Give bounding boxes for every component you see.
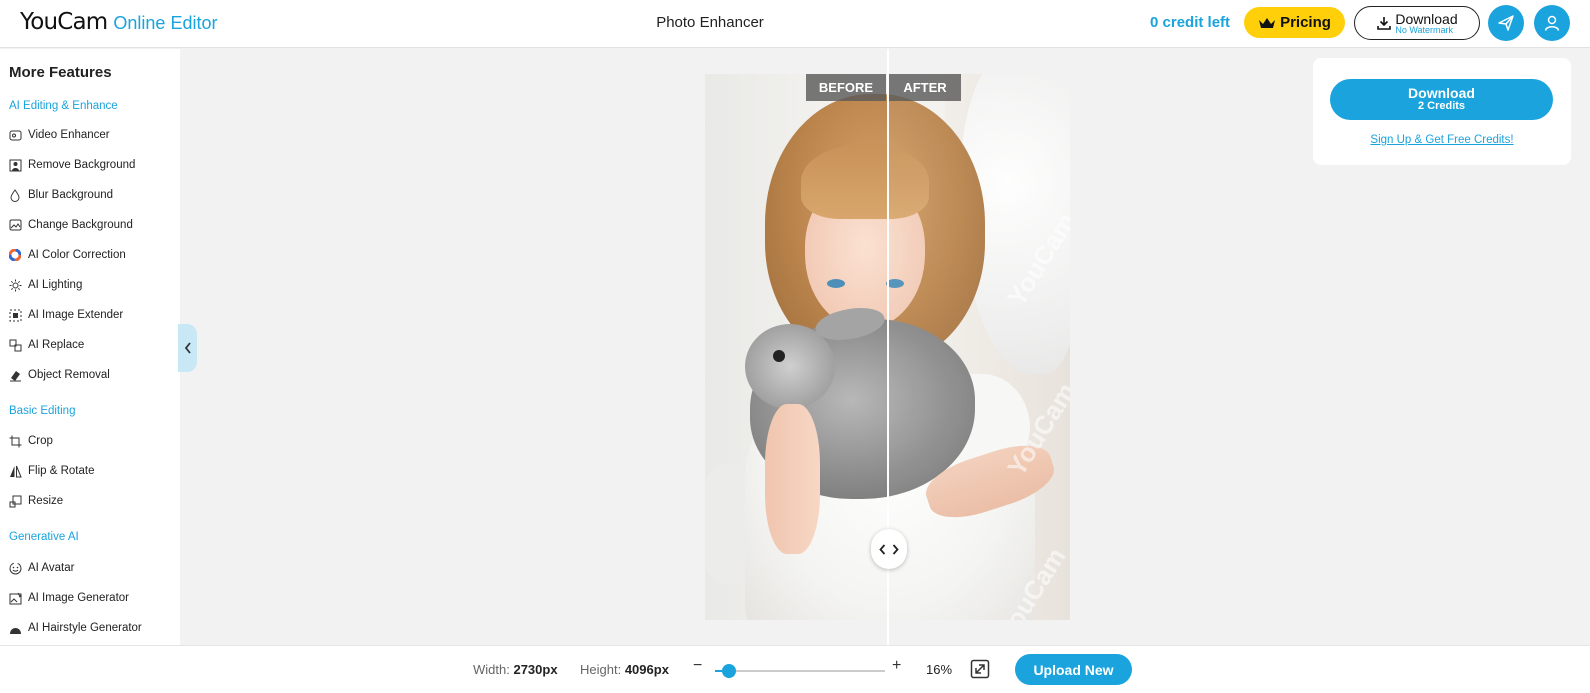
- download-icon: [1377, 17, 1392, 30]
- signup-link[interactable]: Sign Up & Get Free Credits!: [1313, 134, 1571, 146]
- section-ai-editing: AI Editing & Enhance: [9, 100, 118, 112]
- sidebar-item-label: Video Enhancer: [28, 129, 110, 141]
- download-label: Download: [1395, 10, 1458, 27]
- sidebar-item-label: AI Image Generator: [28, 592, 129, 604]
- sidebar-item-label: Change Background: [28, 219, 133, 231]
- width-value: 2730px: [513, 662, 558, 677]
- remove-bg-icon: [8, 158, 22, 172]
- sidebar-item-change-background[interactable]: Change Background: [8, 217, 133, 233]
- sidebar-item-label: Remove Background: [28, 159, 136, 171]
- flip-icon: [8, 464, 22, 478]
- sidebar-item-ai-image-extender[interactable]: AI Image Extender: [8, 307, 123, 323]
- zoom-slider[interactable]: [715, 664, 885, 678]
- sidebar-item-ai-hairstyle-generator[interactable]: AI Hairstyle Generator: [8, 620, 142, 636]
- download-button-label: Download: [1408, 85, 1475, 102]
- sidebar-collapse-button[interactable]: [178, 324, 197, 372]
- logo-sub-text: Online Editor: [113, 13, 218, 33]
- image-icon: [8, 218, 22, 232]
- sidebar-item-object-removal[interactable]: Object Removal: [8, 367, 110, 383]
- expand-icon: [970, 659, 990, 679]
- chevron-left-icon: [184, 342, 191, 354]
- credits-counter: 0 credit left: [1150, 14, 1231, 31]
- replace-icon: [8, 338, 22, 352]
- video-enhance-icon: [8, 128, 22, 142]
- height-label: Height:: [580, 662, 622, 677]
- sidebar-item-ai-avatar[interactable]: AI Avatar: [8, 560, 74, 576]
- width-label: Width:: [473, 662, 510, 677]
- smile-icon: [8, 561, 22, 575]
- sidebar-item-video-enhancer[interactable]: Video Enhancer: [8, 127, 110, 143]
- image-gen-icon: [8, 591, 22, 605]
- sidebar-item-flip-rotate[interactable]: Flip & Rotate: [8, 463, 94, 479]
- chevron-left-icon: [879, 543, 886, 555]
- download-credits-button[interactable]: Download 2 Credits: [1330, 79, 1553, 120]
- fit-screen-button[interactable]: [970, 659, 990, 679]
- logo[interactable]: YouCam Online Editor: [20, 9, 217, 35]
- sidebar-item-label: AI Image Extender: [28, 309, 124, 321]
- image-height: Height: 4096px: [580, 662, 669, 677]
- after-label: AFTER: [889, 74, 961, 101]
- sidebar-item-label: AI Replace: [28, 339, 85, 351]
- sidebar-item-label: AI Lighting: [28, 279, 83, 291]
- bottom-toolbar: Width: 2730px Height: 4096px − + 16% Upl…: [0, 645, 1590, 693]
- sun-icon: [8, 278, 22, 292]
- sidebar-item-label: Resize: [28, 495, 64, 507]
- sidebar-item-label: Crop: [28, 435, 53, 447]
- eraser-icon: [8, 368, 22, 382]
- sidebar-item-resize[interactable]: Resize: [8, 493, 63, 509]
- sidebar-item-blur-background[interactable]: Blur Background: [8, 187, 113, 203]
- sidebar-item-label: Flip & Rotate: [28, 465, 95, 477]
- zoom-percent: 16%: [926, 662, 953, 677]
- crop-icon: [8, 434, 22, 448]
- upload-new-button[interactable]: Upload New: [1015, 654, 1132, 685]
- section-basic-editing: Basic Editing: [9, 405, 76, 417]
- download-panel: Download 2 Credits Sign Up & Get Free Cr…: [1313, 58, 1571, 165]
- sidebar-heading: More Features: [9, 64, 112, 81]
- sidebar-item-ai-color-correction[interactable]: AI Color Correction: [8, 247, 126, 263]
- hair-icon: [8, 621, 22, 635]
- download-sublabel: No Watermark: [1395, 24, 1454, 35]
- download-button-credits: 2 Credits: [1417, 100, 1466, 113]
- pricing-button[interactable]: Pricing: [1244, 7, 1345, 38]
- sidebar-item-label: AI Hairstyle Generator: [28, 622, 142, 634]
- sidebar-item-ai-replace[interactable]: AI Replace: [8, 337, 84, 353]
- sidebar-item-label: Blur Background: [28, 189, 114, 201]
- compare-slider-handle[interactable]: [871, 529, 907, 569]
- sidebar-item-ai-image-generator[interactable]: AI Image Generator: [8, 590, 129, 606]
- drop-icon: [8, 188, 22, 202]
- chevron-right-icon: [892, 543, 899, 555]
- sidebar-item-crop[interactable]: Crop: [8, 433, 53, 449]
- feature-sidebar: More Features AI Editing & Enhance Video…: [0, 49, 180, 645]
- top-header: YouCam Online Editor Photo Enhancer 0 cr…: [0, 0, 1590, 48]
- before-label: BEFORE: [806, 74, 886, 101]
- zoom-in-button[interactable]: +: [892, 657, 901, 675]
- crown-icon: [1259, 17, 1276, 28]
- download-no-watermark-button[interactable]: Download No Watermark: [1354, 6, 1480, 40]
- user-icon: [1544, 15, 1560, 31]
- section-generative-ai: Generative AI: [9, 531, 79, 543]
- share-button[interactable]: [1488, 5, 1524, 41]
- image-width: Width: 2730px: [473, 662, 558, 677]
- zoom-slider-knob[interactable]: [722, 664, 736, 678]
- sidebar-item-remove-background[interactable]: Remove Background: [8, 157, 135, 173]
- sidebar-item-label: Object Removal: [28, 369, 110, 381]
- pricing-label: Pricing: [1280, 14, 1331, 31]
- sidebar-item-label: AI Color Correction: [28, 249, 126, 261]
- sidebar-item-ai-lighting[interactable]: AI Lighting: [8, 277, 82, 293]
- send-icon: [1498, 15, 1514, 31]
- page-title: Photo Enhancer: [656, 14, 764, 31]
- sidebar-item-label: AI Avatar: [28, 562, 75, 574]
- resize-icon: [8, 494, 22, 508]
- extend-icon: [8, 308, 22, 322]
- zoom-out-button[interactable]: −: [693, 657, 702, 675]
- logo-main-text: YouCam: [20, 9, 108, 35]
- height-value: 4096px: [624, 662, 669, 677]
- account-button[interactable]: [1534, 5, 1570, 41]
- color-wheel-icon: [8, 248, 22, 262]
